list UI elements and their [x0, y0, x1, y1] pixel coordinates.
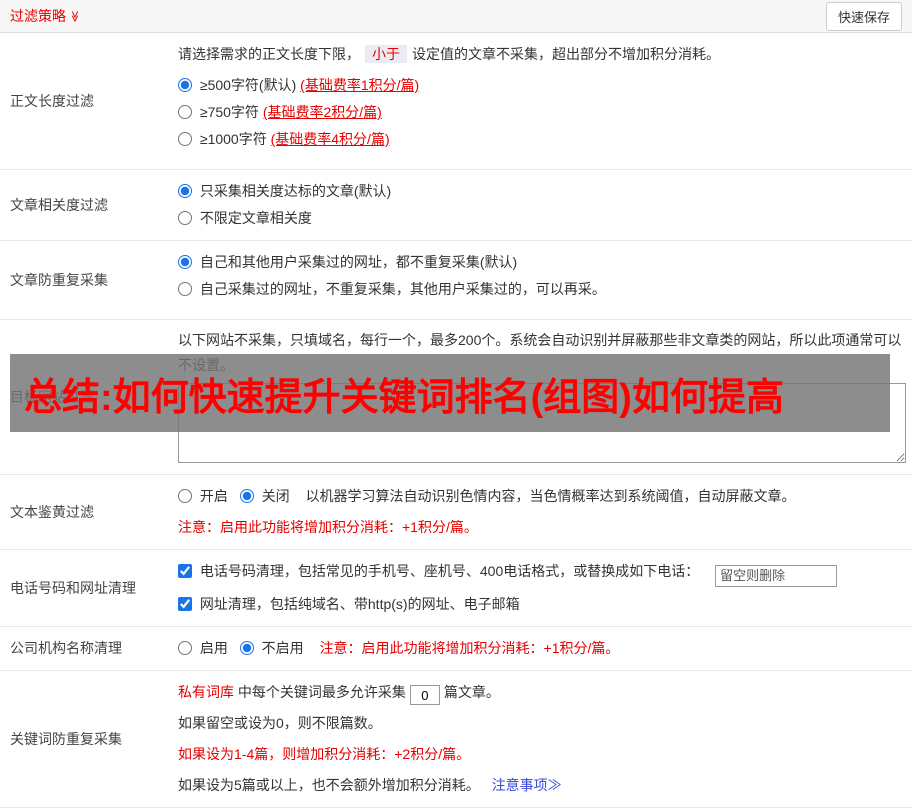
checkbox-url-cleanup-label: 网址清理，包括纯域名、带http(s)的网址、电子邮箱: [199, 595, 520, 612]
radio-dedupe-global-label: 自己和其他用户采集过的网址，都不重复采集(默认): [199, 254, 518, 270]
radio-porn-off-label: 关闭: [261, 488, 290, 504]
row-body-length-filter: 正文长度过滤 请选择需求的正文长度下限， 小于 设定值的文章不采集，超出部分不增加积…: [0, 33, 912, 170]
radio-length-750-label: ≥750字符: [199, 104, 259, 120]
radio-option-dedupe-global[interactable]: 自己和其他用户采集过的网址，都不重复采集(默认): [178, 254, 517, 270]
intro-pre: 请选择需求的正文长度下限，: [178, 46, 360, 62]
checkbox-option-url-cleanup[interactable]: 网址清理，包括纯域名、带http(s)的网址、电子邮箱: [178, 596, 520, 612]
checkbox-url-cleanup[interactable]: [178, 596, 192, 611]
keyword-line1-mid: 中每个关键词最多允许采集: [237, 683, 406, 700]
radio-length-1000[interactable]: [178, 132, 192, 146]
checkbox-phone-cleanup[interactable]: [178, 564, 192, 578]
radio-length-750-note: (基础费率2积分/篇): [262, 104, 382, 120]
keyword-line4: 如果设为5篇或以上，也不会额外增加积分消耗。: [178, 776, 480, 793]
porn-filter-desc: 以机器学习算法自动识别色情内容，当色情概率达到系统阈值，自动屏蔽文章。: [305, 488, 796, 504]
page-title: 过滤策略: [10, 8, 66, 24]
watermark-text: 总结:如何快速提升关键词排名(组图)如何提高: [24, 376, 784, 419]
less-than-highlight: 小于: [365, 45, 407, 63]
filter-strategy-toggle[interactable]: 过滤策略 ≫: [10, 6, 81, 26]
quick-save-button[interactable]: 快速保存: [825, 1, 902, 31]
row-label-company-name: 公司机构名称清理: [10, 640, 122, 656]
radio-company-on-label: 启用: [199, 639, 228, 656]
radio-porn-off[interactable]: [239, 489, 254, 503]
radio-length-500[interactable]: [178, 78, 192, 92]
keyword-count-input[interactable]: [409, 685, 440, 705]
radio-option-1000[interactable]: ≥1000字符 (基础费率4积分/篇): [178, 131, 390, 147]
radio-relevance-any-label: 不限定文章相关度: [199, 210, 312, 226]
radio-option-company-on[interactable]: 启用: [178, 640, 232, 656]
radio-dedupe-global[interactable]: [178, 255, 192, 269]
checkbox-phone-cleanup-label: 电话号码清理，包括常见的手机号、座机号、400电话格式，或替换成如下电话：: [199, 563, 700, 579]
radio-option-relevance-any[interactable]: 不限定文章相关度: [178, 210, 312, 226]
radio-length-500-note: (基础费率1积分/篇): [300, 77, 420, 93]
keyword-line3: 如果设为1-4篇，则增加积分消耗：+2积分/篇。: [178, 745, 471, 762]
chevron-down-icon: ≫: [68, 10, 81, 22]
radio-porn-on[interactable]: [178, 489, 192, 503]
radio-option-porn-off[interactable]: 关闭: [239, 488, 294, 504]
row-phone-url-cleanup: 电话号码和网址清理 电话号码清理，包括常见的手机号、座机号、400电话格式，或替…: [0, 550, 912, 627]
watermark-overlay: 总结:如何快速提升关键词排名(组图)如何提高: [10, 354, 890, 432]
row-relevance-filter: 文章相关度过滤 只采集相关度达标的文章(默认) 不限定文章相关度: [0, 170, 912, 241]
radio-relevance-strict-label: 只采集相关度达标的文章(默认): [199, 183, 392, 199]
row-dedupe-collection: 文章防重复采集 自己和其他用户采集过的网址，都不重复采集(默认) 自己采集过的网…: [0, 241, 912, 320]
private-lexicon-link[interactable]: 私有词库: [178, 684, 234, 700]
radio-porn-on-label: 开启: [199, 488, 228, 504]
radio-option-porn-on[interactable]: 开启: [178, 488, 232, 504]
row-label-dedupe: 文章防重复采集: [10, 272, 108, 288]
row-label-phone-url: 电话号码和网址清理: [10, 579, 136, 596]
intro-post: 设定值的文章不采集，超出部分不增加积分消耗。: [412, 46, 720, 62]
radio-length-500-label: ≥500字符(默认): [199, 77, 297, 93]
phone-replace-input[interactable]: [715, 564, 838, 587]
row-label-body-length: 正文长度过滤: [10, 93, 94, 109]
row-company-name-cleanup: 公司机构名称清理 启用 不启用 注意：启用此功能将增加积分消耗：+1积分/篇。: [0, 627, 912, 671]
porn-filter-note: 注意：启用此功能将增加积分消耗：+1积分/篇。: [178, 519, 478, 535]
company-cleanup-note: 注意：启用此功能将增加积分消耗：+1积分/篇。: [319, 639, 620, 656]
radio-company-off[interactable]: [239, 640, 254, 655]
row-label-relevance: 文章相关度过滤: [10, 197, 108, 213]
radio-company-on[interactable]: [178, 640, 192, 655]
radio-dedupe-self-label: 自己采集过的网址，不重复采集，其他用户采集过的，可以再采。: [199, 281, 606, 297]
radio-length-1000-note: (基础费率4积分/篇): [270, 131, 390, 147]
radio-length-750[interactable]: [178, 105, 192, 119]
radio-company-off-label: 不启用: [261, 639, 304, 656]
radio-length-1000-label: ≥1000字符: [199, 131, 267, 147]
radio-relevance-strict[interactable]: [178, 184, 192, 198]
radio-dedupe-self[interactable]: [178, 282, 192, 296]
notes-link[interactable]: 注意事项≫: [492, 777, 562, 793]
radio-relevance-any[interactable]: [178, 211, 192, 225]
radio-option-relevance-strict[interactable]: 只采集相关度达标的文章(默认): [178, 183, 391, 199]
row-label-keyword-dedupe: 关键词防重复采集: [10, 730, 122, 747]
page-header: 过滤策略 ≫ 快速保存: [0, 0, 912, 33]
body-length-intro: 请选择需求的正文长度下限， 小于 设定值的文章不采集，超出部分不增加积分消耗。: [178, 41, 906, 68]
row-keyword-dedupe: 关键词防重复采集 私有词库 中每个关键词最多允许采集 篇文章。 如果留空或设为0，…: [0, 671, 912, 808]
radio-option-dedupe-self[interactable]: 自己采集过的网址，不重复采集，其他用户采集过的，可以再采。: [178, 281, 606, 297]
radio-option-500[interactable]: ≥500字符(默认) (基础费率1积分/篇): [178, 77, 419, 93]
row-label-porn-filter: 文本鉴黄过滤: [10, 504, 94, 520]
radio-option-company-off[interactable]: 不启用: [239, 639, 308, 656]
checkbox-option-phone-cleanup[interactable]: 电话号码清理，包括常见的手机号、座机号、400电话格式，或替换成如下电话：: [178, 563, 703, 579]
keyword-line1-end: 篇文章。: [443, 683, 500, 700]
keyword-line2: 如果留空或设为0，则不限篇数。: [178, 714, 382, 731]
row-porn-filter: 文本鉴黄过滤 开启 关闭 以机器学习算法自动识别色情内容，当色情概率达到系统阈值…: [0, 475, 912, 550]
radio-option-750[interactable]: ≥750字符 (基础费率2积分/篇): [178, 104, 382, 120]
